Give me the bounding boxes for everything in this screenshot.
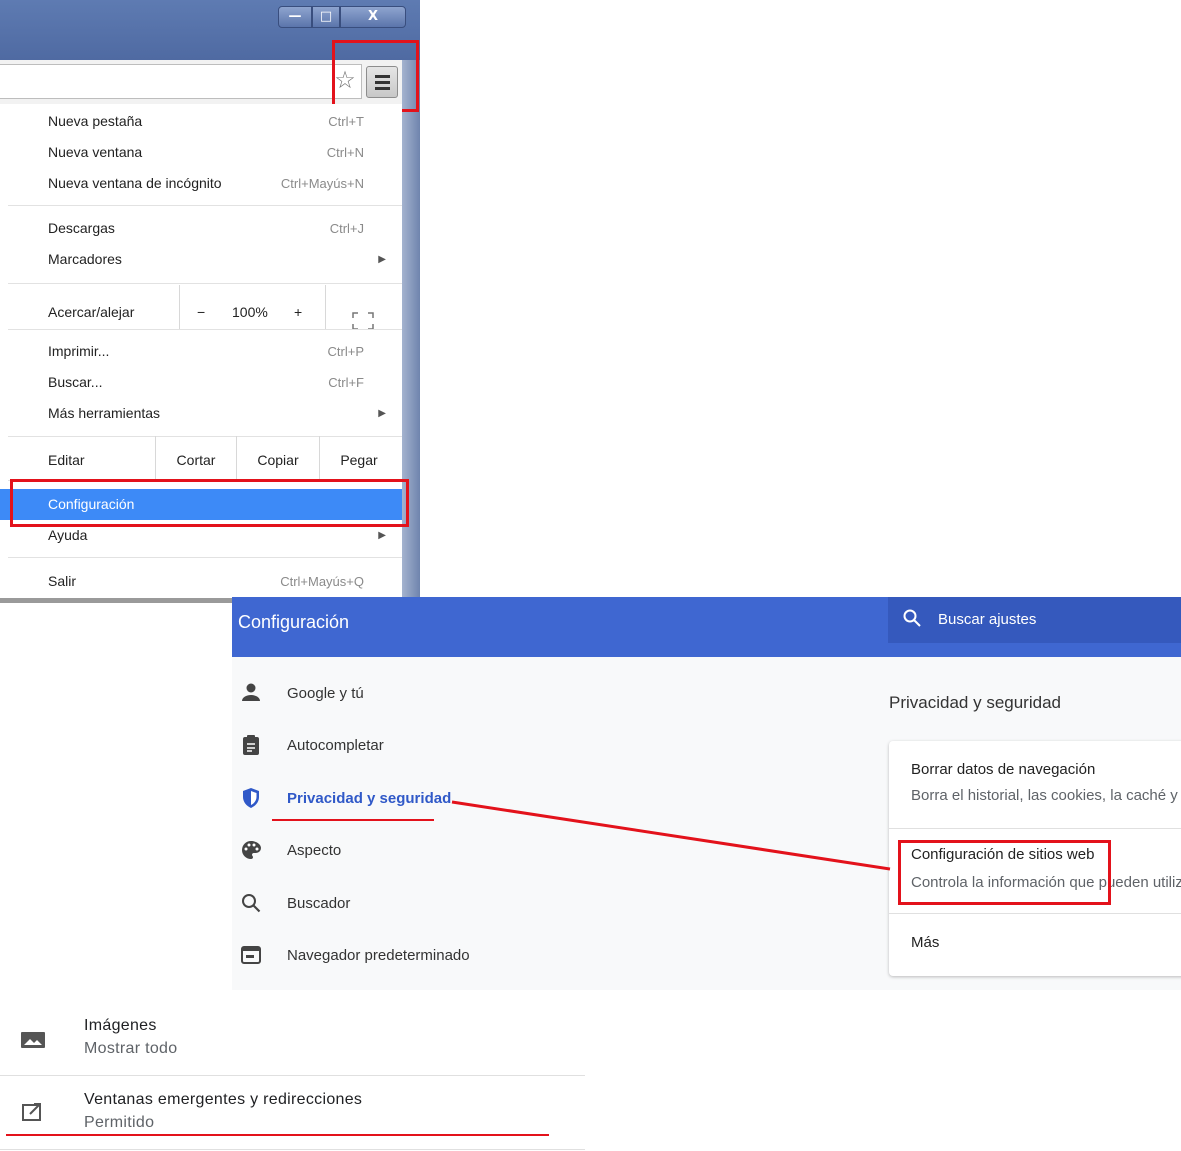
minimize-button[interactable]: — (278, 6, 312, 28)
annotation-underline-privacy (272, 819, 434, 821)
site-setting-popups[interactable]: Ventanas emergentes y redirecciones Perm… (0, 1076, 585, 1148)
menu-divider (8, 329, 402, 330)
nav-item-google[interactable]: Google y tú (232, 672, 632, 716)
menu-item-print[interactable]: Imprimir... Ctrl+P (0, 336, 402, 367)
section-title: Privacidad y seguridad (889, 693, 1061, 712)
page-title: Configuración (238, 612, 350, 632)
menu-item-incognito[interactable]: Nueva ventana de incógnito Ctrl+Mayús+N (0, 168, 402, 199)
settings-search-box[interactable]: Buscar ajustes (888, 597, 1181, 643)
submenu-arrow-icon: ▶ (378, 408, 386, 419)
paste-button[interactable]: Pegar (320, 441, 398, 479)
menu-item-downloads[interactable]: Descargas Ctrl+J (0, 213, 402, 244)
copy-button[interactable]: Copiar (237, 441, 319, 479)
fullscreen-icon[interactable] (352, 303, 374, 330)
search-icon (902, 608, 922, 628)
browser-window: — □ X ☆ Nueva pestaña Ctrl+T Nueva venta… (0, 0, 420, 603)
annotation-connector-line (451, 800, 891, 871)
submenu-arrow-icon: ▶ (378, 254, 386, 265)
menu-item-new-tab[interactable]: Nueva pestaña Ctrl+T (0, 106, 402, 137)
annotation-box-menu-button (332, 40, 419, 112)
menu-divider (8, 283, 402, 284)
window-controls: — □ X (278, 6, 406, 28)
menu-item-find[interactable]: Buscar... Ctrl+F (0, 367, 402, 398)
menu-divider (8, 557, 402, 558)
list-divider (0, 1149, 585, 1150)
clipboard-icon (240, 734, 262, 756)
menu-edit-row: Editar Cortar Copiar Pegar (0, 441, 402, 479)
zoom-in-button[interactable]: + (294, 290, 302, 334)
palette-icon (240, 839, 262, 861)
address-bar[interactable] (0, 64, 362, 99)
settings-header: Configuración Buscar ajustes (232, 597, 1181, 657)
nav-item-autofill[interactable]: Autocompletar (232, 724, 632, 768)
card-row-more[interactable]: Más (889, 914, 1181, 976)
close-button[interactable]: X (340, 6, 406, 28)
search-icon (240, 892, 262, 914)
menu-zoom-row: Acercar/alejar − 100% + (0, 290, 402, 334)
search-placeholder: Buscar ajustes (938, 611, 1037, 628)
menu-divider (8, 436, 402, 437)
zoom-level: 100% (232, 304, 268, 320)
menu-item-new-window[interactable]: Nueva ventana Ctrl+N (0, 137, 402, 168)
nav-item-default-browser[interactable]: Navegador predeterminado (232, 934, 632, 978)
browser-icon (240, 944, 262, 966)
zoom-out-button[interactable]: − (197, 290, 205, 334)
menu-item-bookmarks[interactable]: Marcadores ▶ (0, 244, 402, 275)
maximize-button[interactable]: □ (312, 6, 340, 28)
annotation-underline-popups (6, 1134, 549, 1136)
annotation-box-settings (10, 479, 409, 527)
site-setting-images[interactable]: Imágenes Mostrar todo (0, 1000, 585, 1075)
menu-item-more-tools[interactable]: Más herramientas ▶ (0, 398, 402, 429)
menu-divider (8, 205, 402, 206)
card-row-clear-data[interactable]: Borrar datos de navegación Borra el hist… (889, 741, 1181, 827)
cut-button[interactable]: Cortar (156, 441, 236, 479)
annotation-box-site-settings (898, 840, 1111, 905)
shield-icon (240, 787, 262, 809)
nav-item-search-engine[interactable]: Buscador (232, 882, 632, 926)
image-icon (20, 1030, 46, 1050)
menu-item-exit[interactable]: Salir Ctrl+Mayús+Q (0, 566, 402, 597)
person-icon (240, 682, 262, 704)
popup-icon (20, 1102, 46, 1122)
